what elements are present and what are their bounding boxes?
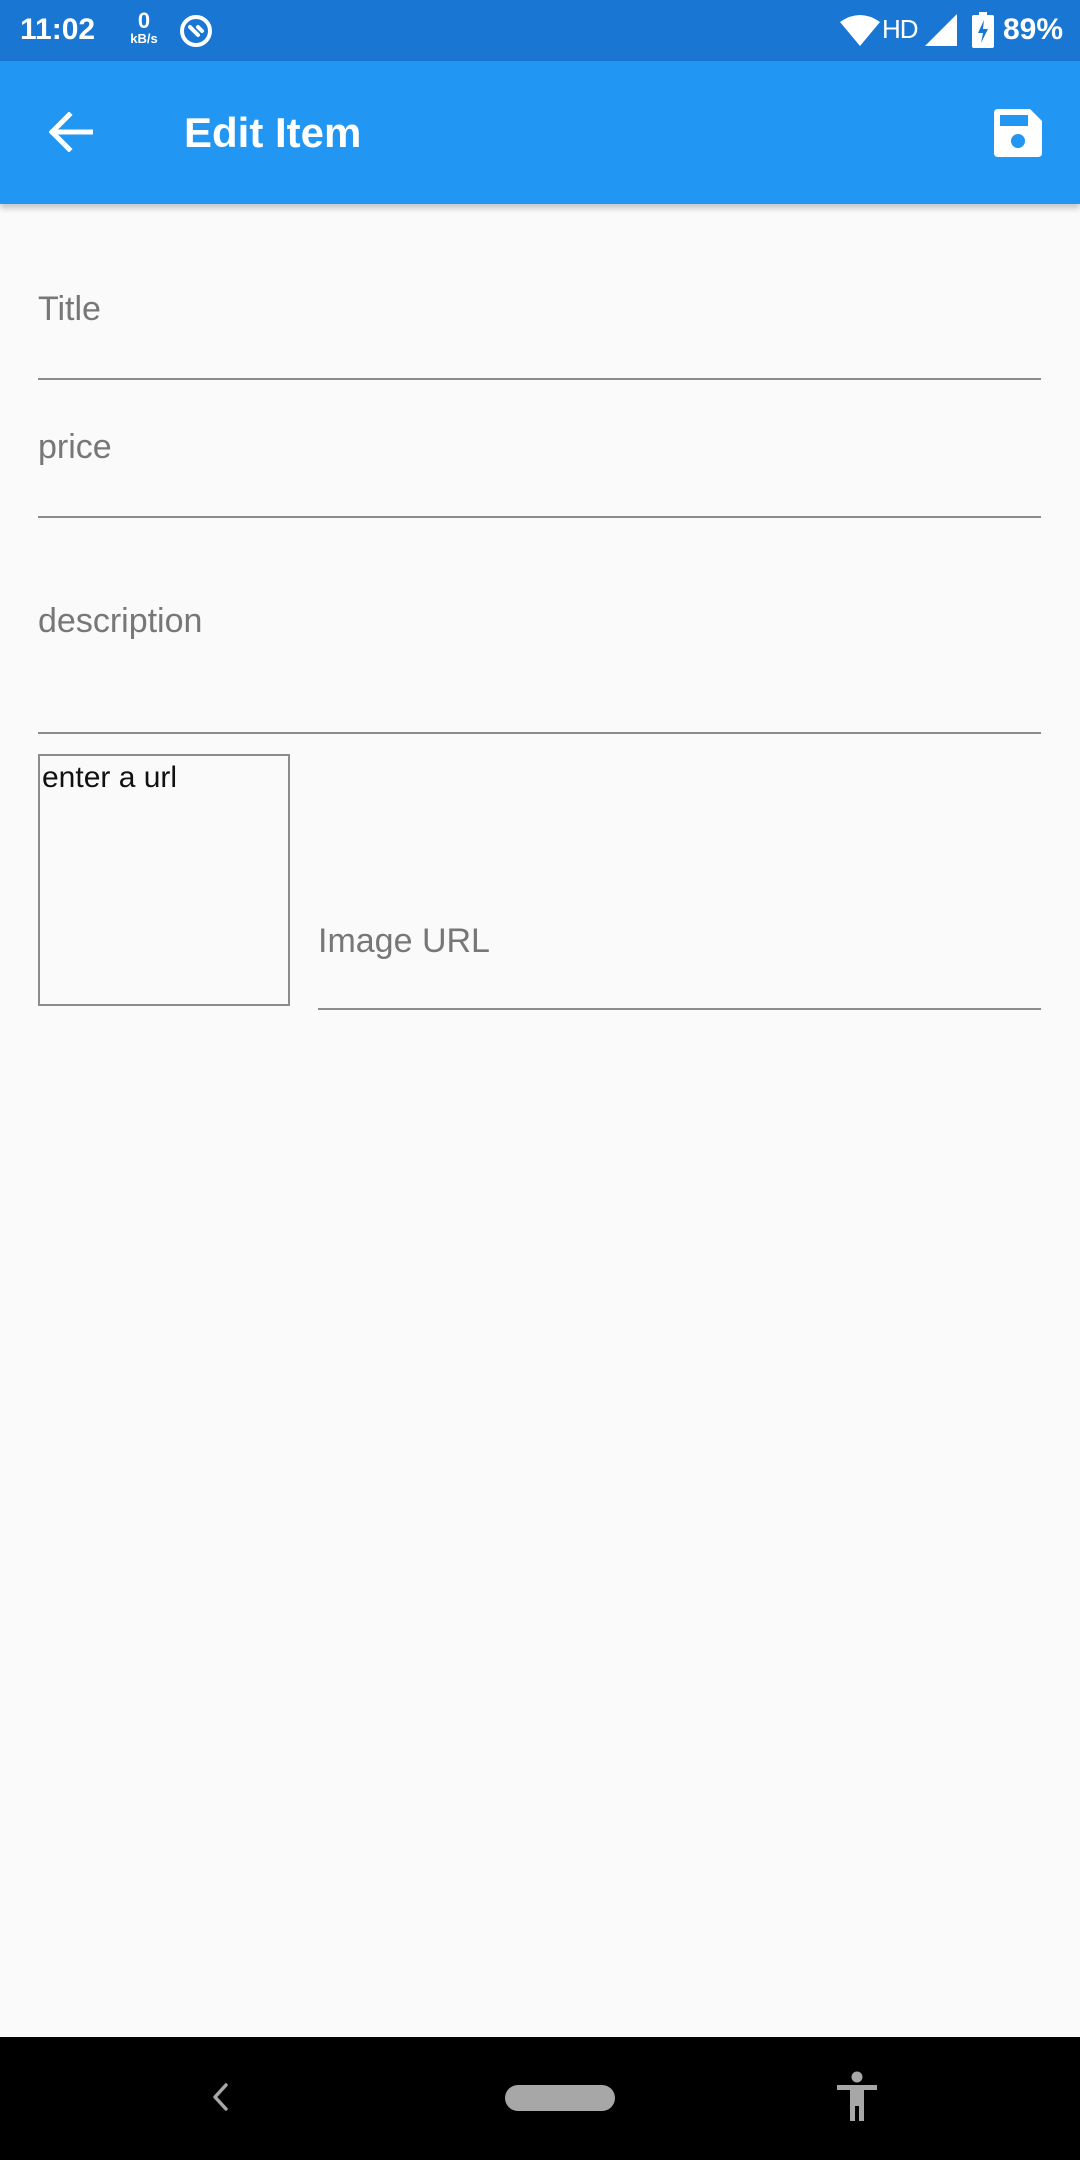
system-navigation-bar [0, 2037, 1080, 2160]
wifi-icon [840, 14, 880, 51]
price-field [38, 398, 1041, 518]
page-title: Edit Item [184, 109, 362, 156]
description-field [38, 560, 1041, 734]
battery-charging-icon [972, 12, 994, 53]
accessibility-button[interactable] [832, 2071, 882, 2127]
description-input[interactable] [38, 602, 1041, 662]
accessibility-icon [835, 2071, 879, 2128]
arrow-left-icon [48, 110, 94, 157]
price-input[interactable] [38, 424, 1041, 470]
edit-item-screen: 11:02 0 kB/s HD 89% Edit Item Title pric… [0, 0, 1080, 2160]
status-bar: 11:02 0 kB/s HD 89% [0, 0, 1080, 61]
floppy-disk-icon [994, 108, 1042, 162]
app-bar: Edit Item [0, 61, 1080, 204]
cell-signal-icon [925, 14, 957, 51]
network-speed-value: 0 [137, 8, 151, 33]
battery-percent: 89% [1003, 13, 1064, 46]
image-preview: enter a url [38, 754, 290, 1006]
nav-back-button[interactable] [200, 2077, 240, 2121]
network-speed-indicator: 0 kB/s [122, 10, 166, 46]
status-time: 11:02 [20, 13, 96, 46]
image-url-field [318, 900, 1041, 1010]
image-url-input[interactable] [318, 918, 1041, 964]
app-notification-icon [178, 13, 214, 54]
back-button[interactable] [36, 99, 106, 169]
nav-home-button[interactable] [505, 2085, 615, 2111]
title-field [38, 260, 1041, 380]
title-input[interactable] [38, 286, 1041, 332]
image-preview-text: enter a url [42, 761, 178, 794]
network-type-label: HD [882, 14, 919, 44]
network-speed-unit: kB/s [130, 31, 158, 46]
save-button[interactable] [983, 100, 1053, 170]
chevron-left-icon [210, 2082, 230, 2117]
